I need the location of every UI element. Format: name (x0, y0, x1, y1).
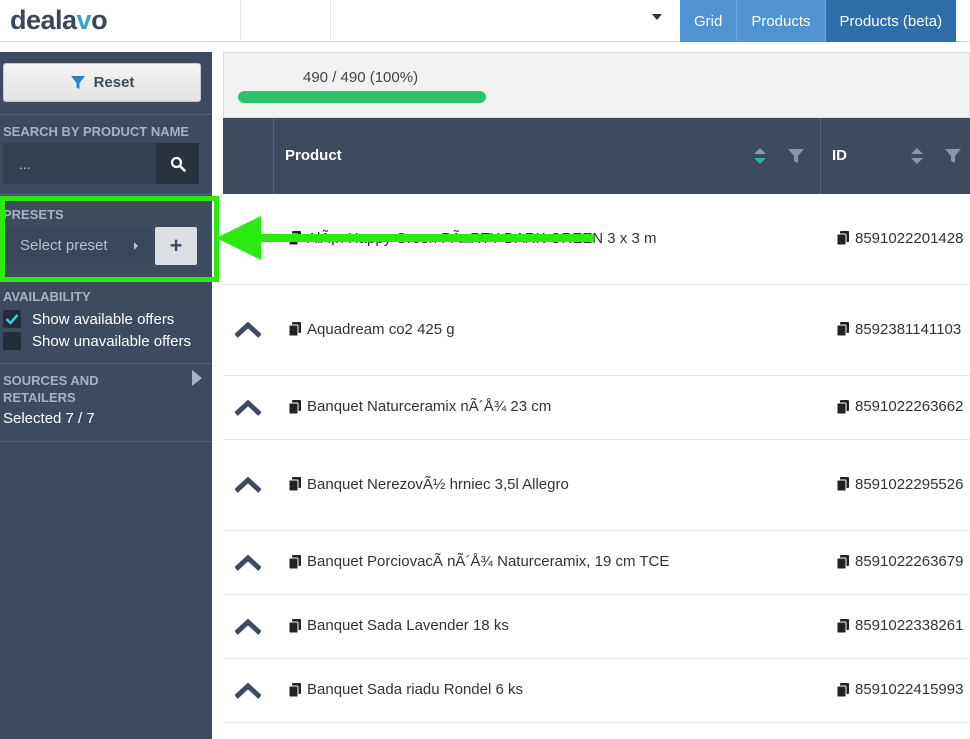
product-name: Banquet Naturceramix nÃ´Å¾ 23 cm (307, 398, 552, 415)
top-bar: deala v o Grid Products Products (beta) (0, 0, 970, 46)
main-tabs: Grid Products Products (beta) (680, 0, 957, 46)
table-row[interactable]: Banquet Sada riadu Rondel 6 ks 859102241… (223, 659, 970, 723)
table-row[interactable]: Banquet Sada Lavender 18 ks 859102233826… (223, 595, 970, 659)
progress-text: 490 / 490 (100%) (303, 69, 419, 86)
sidebar: Reset SEARCH BY PRODUCT NAME PRESETS Sel… (0, 52, 212, 739)
check-icon (5, 314, 19, 325)
divider (0, 363, 212, 364)
copy-icon[interactable] (837, 231, 849, 245)
copy-icon[interactable] (289, 619, 301, 633)
sort-icon[interactable] (753, 146, 767, 166)
reset-button[interactable]: Reset (3, 63, 201, 102)
product-id: 8591022263662 (855, 398, 964, 415)
show-available-checkbox[interactable] (3, 310, 21, 328)
product-name: Banquet NerezovÃ½ hrniec 3,5l Allegro (307, 476, 569, 493)
divider (0, 194, 212, 195)
chevron-down-icon[interactable] (652, 14, 662, 20)
table-row[interactable]: AlÃ¡n Happy Green PÃ□RTY DARK GREEN 3 x … (223, 194, 970, 285)
column-divider (273, 118, 274, 194)
product-name: Banquet PorciovacÃ nÃ´Å¾ Naturceramix, 1… (307, 553, 670, 570)
presets-heading: PRESETS (3, 207, 64, 222)
logo[interactable]: deala v o (10, 4, 108, 36)
divider (0, 114, 212, 115)
copy-icon[interactable] (837, 619, 849, 633)
progress-panel: 490 / 490 (100%) (223, 52, 970, 118)
topbar-divider (240, 0, 241, 40)
show-available-label: Show available offers (32, 310, 175, 328)
copy-icon[interactable] (289, 400, 301, 414)
preset-select[interactable]: Select preset (6, 227, 152, 265)
sources-heading-line2: RETAILERS (3, 390, 76, 405)
table-row[interactable]: Banquet PorciovacÃ nÃ´Å¾ Naturceramix, 1… (223, 531, 970, 595)
show-available-checkbox-row[interactable]: Show available offers (3, 309, 174, 329)
copy-icon[interactable] (289, 683, 301, 697)
copy-icon[interactable] (837, 683, 849, 697)
progress-bar (238, 91, 486, 103)
chevron-up-icon[interactable] (235, 683, 261, 699)
product-id: 8591022295526 (855, 476, 964, 493)
sources-heading-line1: SOURCES AND (3, 373, 99, 388)
chevron-up-icon[interactable] (235, 555, 261, 571)
table-row[interactable]: Banquet Naturceramix nÃ´Å¾ 23 cm 8591022… (223, 376, 970, 440)
product-id: 8592381141103 (855, 321, 962, 338)
filter-icon[interactable] (787, 148, 805, 164)
filter-icon[interactable] (944, 148, 962, 164)
sources-selected-count: Selected 7 / 7 (3, 410, 95, 427)
copy-icon[interactable] (837, 555, 849, 569)
tab-products[interactable]: Products (737, 0, 826, 46)
copy-icon[interactable] (289, 555, 301, 569)
tab-products-beta[interactable]: Products (beta) (825, 0, 957, 46)
chevron-up-icon[interactable] (235, 400, 261, 416)
copy-icon[interactable] (289, 477, 301, 491)
column-divider (820, 118, 821, 194)
search-heading: SEARCH BY PRODUCT NAME (3, 124, 190, 139)
grid-header: Product ID (223, 118, 970, 194)
topbar-divider (330, 0, 331, 40)
product-name: AlÃ¡n Happy Green PÃ□RTY DARK GREEN 3 x … (307, 230, 657, 247)
main-content: 490 / 490 (100%) Product ID AlÃ¡n Happy … (212, 42, 970, 739)
chevron-up-icon[interactable] (235, 322, 261, 338)
column-header-product[interactable]: Product (285, 147, 342, 164)
search-input[interactable] (3, 143, 156, 184)
sources-heading: SOURCES AND RETAILERS (3, 372, 99, 406)
caret-right-icon[interactable] (192, 370, 202, 386)
product-id: 8591022201428 (855, 230, 964, 247)
availability-heading: AVAILABILITY (3, 289, 91, 304)
copy-icon[interactable] (837, 477, 849, 491)
product-id: 8591022263679 (855, 553, 964, 570)
product-name: Aquadream co2 425 g (307, 321, 455, 338)
copy-icon[interactable] (289, 322, 301, 336)
tab-grid[interactable]: Grid (680, 0, 738, 46)
copy-icon[interactable] (837, 322, 849, 336)
product-id: 8591022338261 (855, 617, 964, 634)
copy-icon[interactable] (289, 231, 301, 245)
column-header-id[interactable]: ID (832, 147, 847, 164)
preset-select-label: Select preset (20, 237, 108, 254)
search-icon (170, 156, 186, 172)
grid-body: AlÃ¡n Happy Green PÃ□RTY DARK GREEN 3 x … (223, 194, 970, 723)
chevron-up-icon[interactable] (235, 619, 261, 635)
product-name: Banquet Sada riadu Rondel 6 ks (307, 681, 523, 698)
show-unavailable-label: Show unavailable offers (32, 332, 191, 350)
add-preset-button[interactable]: + (155, 227, 197, 265)
logo-text-b: o (91, 4, 108, 35)
product-name: Banquet Sada Lavender 18 ks (307, 617, 509, 634)
copy-icon[interactable] (837, 400, 849, 414)
search-button[interactable] (156, 143, 199, 184)
show-unavailable-checkbox[interactable] (3, 332, 21, 350)
logo-text-a: deala (10, 4, 77, 35)
filter-icon (70, 75, 85, 89)
divider (0, 441, 212, 442)
show-unavailable-checkbox-row[interactable]: Show unavailable offers (3, 331, 191, 351)
product-id: 8591022415993 (855, 681, 964, 698)
logo-text-v: v (76, 4, 92, 35)
sort-icon[interactable] (910, 146, 924, 166)
chevron-up-icon[interactable] (235, 477, 261, 493)
table-row[interactable]: Banquet NerezovÃ½ hrniec 3,5l Allegro 85… (223, 440, 970, 531)
reset-label: Reset (93, 74, 135, 91)
table-row[interactable]: Aquadream co2 425 g 8592381141103 (223, 285, 970, 376)
caret-right-icon (134, 242, 138, 250)
progress-fill (238, 91, 486, 103)
